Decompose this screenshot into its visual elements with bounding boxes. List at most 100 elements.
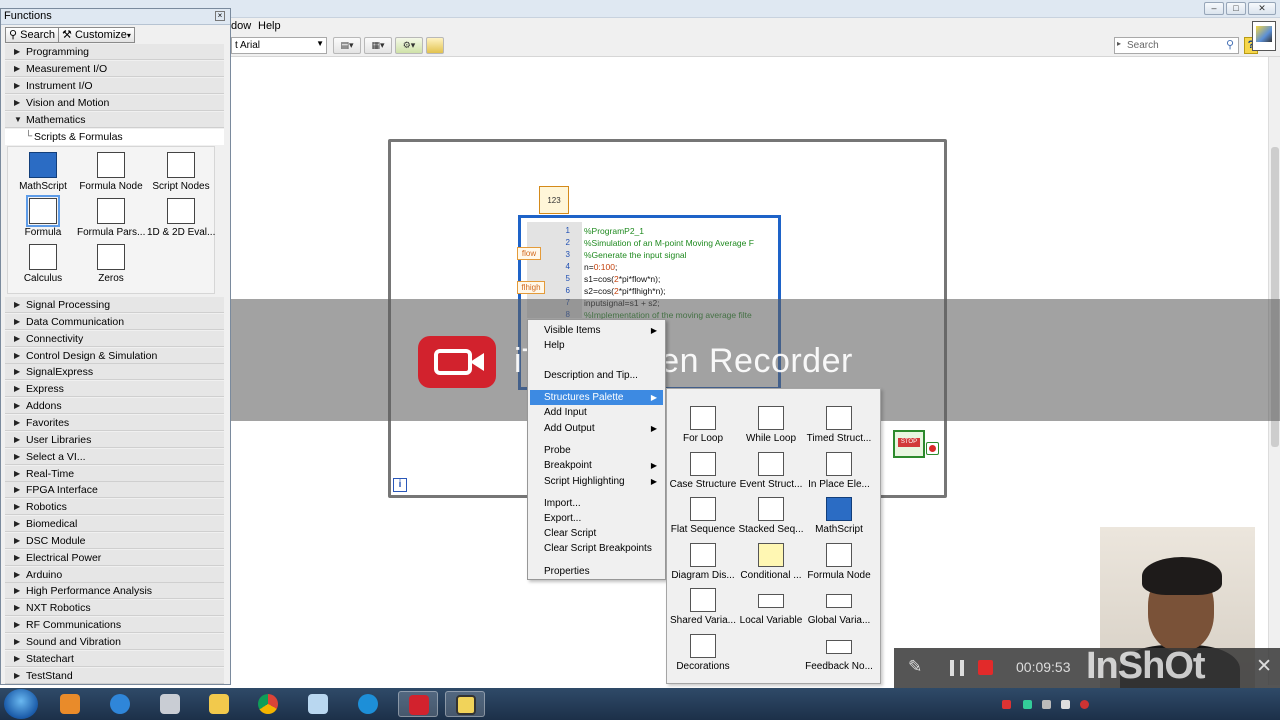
input-terminal-flow[interactable]: flow <box>517 247 541 260</box>
palette-category-nxt-robotics[interactable]: ▶ NXT Robotics <box>5 600 224 617</box>
palette-category-robotics[interactable]: ▶ Robotics <box>5 499 224 516</box>
taskbar-tool[interactable] <box>150 691 190 717</box>
structure-stacked-seq[interactable]: Stacked Seq... <box>736 497 806 541</box>
palette-category-connectivity[interactable]: ▶ Connectivity <box>5 330 224 347</box>
loop-condition-terminal[interactable] <box>926 442 939 455</box>
palette-item-calculus[interactable]: Calculus <box>9 244 77 290</box>
font-select[interactable]: t Arial ▼ <box>231 37 327 54</box>
palette-category-signal-processing[interactable]: ▶ Signal Processing <box>5 297 224 313</box>
palette-category-electrical-power[interactable]: ▶ Electrical Power <box>5 549 224 566</box>
palette-category-instrument-i-o[interactable]: ▶ Instrument I/O <box>5 78 224 94</box>
reorder-button[interactable]: ⚙▾ <box>395 37 423 54</box>
structure-timed-struct[interactable]: Timed Struct... <box>804 406 874 450</box>
taskbar-paint[interactable] <box>298 691 338 717</box>
palette-category-control-design-simulation[interactable]: ▶ Control Design & Simulation <box>5 347 224 364</box>
palette-category-statechart[interactable]: ▶ Statechart <box>5 650 224 667</box>
structure-in-place-ele[interactable]: In Place Ele... <box>804 451 874 496</box>
taskbar-edge[interactable] <box>348 691 388 717</box>
structure-mathscript[interactable]: MathScript <box>804 497 874 541</box>
search-input[interactable]: ▸ Search ⚲ <box>1114 37 1239 54</box>
taskbar-explorer[interactable] <box>199 691 239 717</box>
pause-icon[interactable] <box>950 660 964 676</box>
palette-category-programming[interactable]: ▶ Programming <box>5 44 224 60</box>
palette-category-fpga-interface[interactable]: ▶ FPGA Interface <box>5 482 224 499</box>
taskbar-labview[interactable] <box>445 691 485 717</box>
align-objects-button[interactable]: ▤▾ <box>333 37 361 54</box>
menu-item-description-and-tip[interactable]: Description and Tip... <box>530 368 663 383</box>
menu-item-clear-script-breakpoints[interactable]: Clear Script Breakpoints <box>530 541 663 556</box>
menu-item-export[interactable]: Export... <box>530 511 663 526</box>
menu-item-probe[interactable]: Probe <box>530 443 663 458</box>
structure-shared-varia[interactable]: Shared Varia... <box>668 588 738 632</box>
palette-category-user-libraries[interactable]: ▶ User Libraries <box>5 431 224 448</box>
structure-diagram-dis[interactable]: Diagram Dis... <box>668 542 738 587</box>
cleanup-diagram-button[interactable] <box>426 37 444 54</box>
loop-iteration-terminal[interactable]: i <box>393 478 407 492</box>
palette-item-formula[interactable]: Formula <box>9 195 77 244</box>
menu-item-add-output[interactable]: Add Output ▶ <box>530 421 663 436</box>
menu-help[interactable]: Help <box>258 20 281 32</box>
palette-item-formula-pars[interactable]: Formula Pars... <box>77 198 145 244</box>
structure-for-loop[interactable]: For Loop <box>668 406 738 450</box>
palette-category-sound-and-vibration[interactable]: ▶ Sound and Vibration <box>5 634 224 650</box>
structure-local-variable[interactable]: Local Variable <box>736 588 806 632</box>
menu-item-visible-items[interactable]: Visible Items ▶ <box>530 323 663 338</box>
tray-network-icon[interactable] <box>1042 700 1051 709</box>
taskbar-chrome[interactable] <box>248 691 288 717</box>
menu-item-add-input[interactable]: Add Input <box>530 405 663 420</box>
structure-decorations[interactable]: Decorations <box>668 633 738 678</box>
palette-category-teststand[interactable]: ▶ TestStand <box>5 667 224 684</box>
structure-conditional[interactable]: Conditional ... <box>736 542 806 587</box>
palette-category-favorites[interactable]: ▶ Favorites <box>5 414 224 431</box>
menu-window[interactable]: dow <box>231 20 251 32</box>
tray-alert-icon[interactable] <box>1080 700 1089 709</box>
palette-category-biomedical[interactable]: ▶ Biomedical <box>5 516 224 533</box>
palette-category-measurement-i-o[interactable]: ▶ Measurement I/O <box>5 61 224 77</box>
distribute-objects-button[interactable]: ▦▾ <box>364 37 392 54</box>
palette-category-arduino[interactable]: ▶ Arduino <box>5 566 224 583</box>
palette-item-1d-2d-eval[interactable]: 1D & 2D Eval... <box>147 198 215 244</box>
tray-volume-icon[interactable] <box>1061 700 1070 709</box>
menu-item-import[interactable]: Import... <box>530 496 663 511</box>
taskbar-media-player[interactable] <box>50 691 90 717</box>
minimize-button[interactable]: – <box>1204 2 1224 15</box>
menu-item-properties[interactable]: Properties <box>530 564 663 579</box>
palette-category-express[interactable]: ▶ Express <box>5 381 224 398</box>
maximize-button[interactable]: □ <box>1226 2 1246 15</box>
input-terminal-flhigh[interactable]: flhigh <box>517 281 545 294</box>
close-icon[interactable]: ✕ <box>1256 655 1272 678</box>
menu-item-breakpoint[interactable]: Breakpoint ▶ <box>530 458 663 473</box>
stop-record-icon[interactable] <box>978 660 993 675</box>
palette-category-dsc-module[interactable]: ▶ DSC Module <box>5 532 224 549</box>
pen-icon[interactable]: ✎ <box>908 657 922 677</box>
structure-case-structure[interactable]: Case Structure <box>668 451 738 496</box>
taskbar-internet-explorer[interactable] <box>100 691 140 717</box>
structure-event-struct[interactable]: Event Struct... <box>736 451 806 496</box>
palette-item-script-nodes[interactable]: Script Nodes <box>147 152 215 198</box>
palette-category-addons[interactable]: ▶ Addons <box>5 398 224 415</box>
structure-feedback-no[interactable]: Feedback No... <box>804 634 874 678</box>
palette-category-mathematics[interactable]: ▼ Mathematics <box>5 112 224 128</box>
palette-item-zeros[interactable]: Zeros <box>77 244 145 290</box>
search-icon[interactable]: ⚲ <box>1226 38 1234 51</box>
palette-customize-button[interactable]: ⚒ Customize▾ <box>58 27 135 43</box>
palette-category-data-communication[interactable]: ▶ Data Communication <box>5 313 224 330</box>
structure-formula-node[interactable]: Formula Node <box>804 542 874 587</box>
tray-record-icon[interactable] <box>1002 700 1011 709</box>
palette-category-signalexpress[interactable]: ▶ SignalExpress <box>5 364 224 381</box>
palette-category-vision-and-motion[interactable]: ▶ Vision and Motion <box>5 95 224 111</box>
taskbar-itop-recorder[interactable] <box>398 691 438 717</box>
close-window-button[interactable]: ✕ <box>1248 2 1276 15</box>
palette-category-real-time[interactable]: ▶ Real-Time <box>5 465 224 482</box>
start-button[interactable] <box>4 689 38 719</box>
menu-item-clear-script[interactable]: Clear Script <box>530 526 663 541</box>
palette-item-mathscript[interactable]: MathScript <box>9 152 77 198</box>
structure-global-varia[interactable]: Global Varia... <box>804 588 874 632</box>
palette-search-button[interactable]: ⚲ Search <box>5 27 59 43</box>
stop-button-control[interactable]: STOP <box>893 430 925 458</box>
palette-category-select-a-vi[interactable]: ▶ Select a VI... <box>5 448 224 465</box>
menu-item-structures-palette[interactable]: Structures Palette ▶ <box>530 390 663 405</box>
numeric-constant[interactable]: 123 <box>539 186 569 214</box>
palette-category-high-performance-analysis[interactable]: ▶ High Performance Analysis <box>5 583 224 600</box>
tray-app-icon[interactable] <box>1023 700 1032 709</box>
